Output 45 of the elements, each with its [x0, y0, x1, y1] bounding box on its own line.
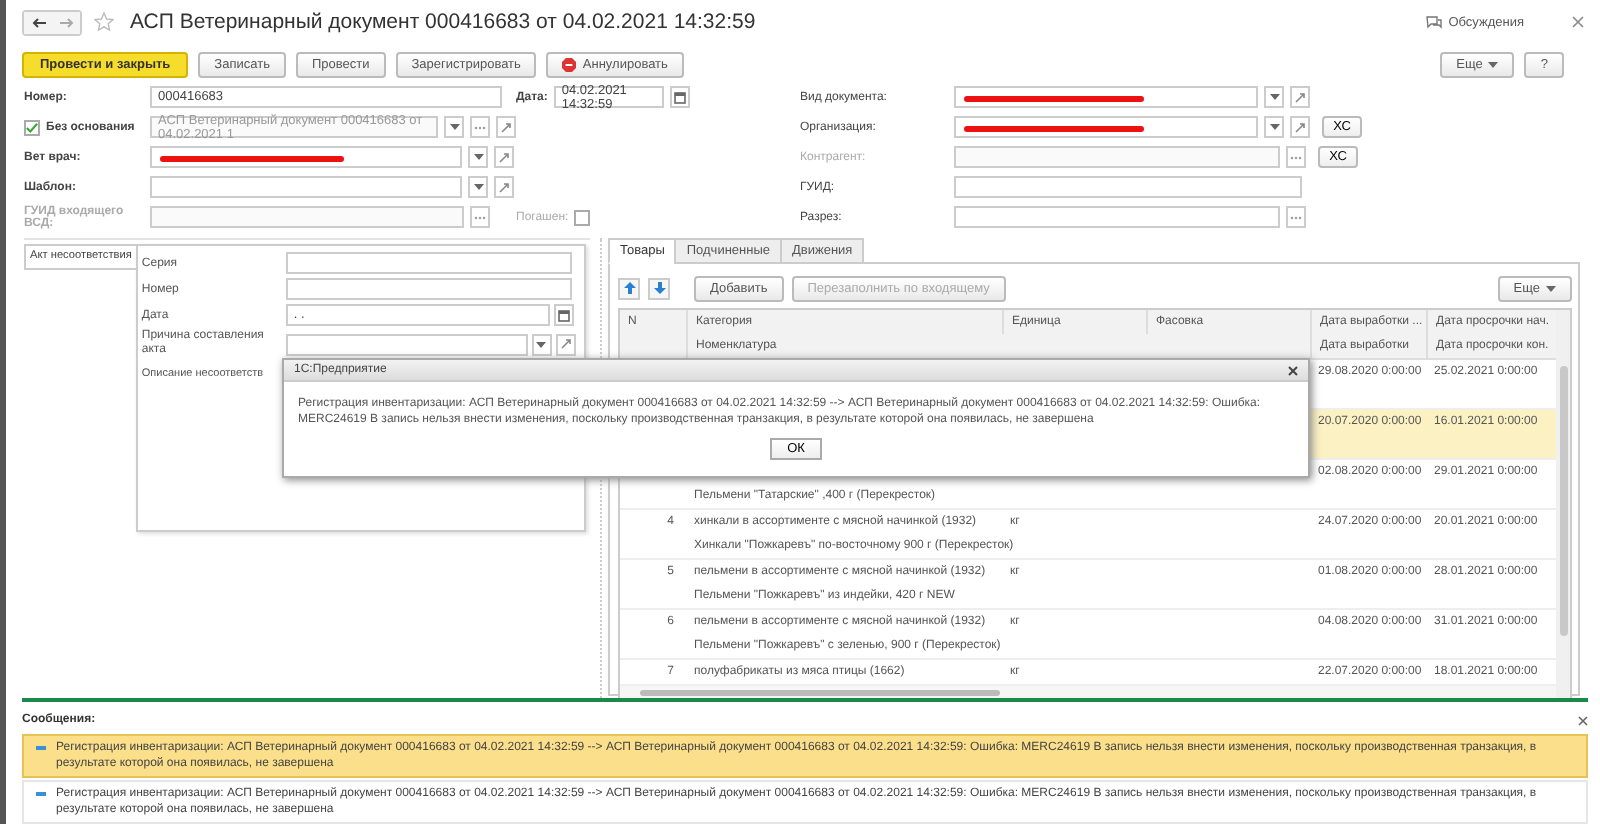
link-icon[interactable]	[559, 338, 572, 350]
back-arrow-icon	[31, 17, 45, 27]
message-item[interactable]	[22, 780, 1588, 824]
caret-icon[interactable]	[1546, 285, 1556, 291]
link-icon[interactable]	[1294, 121, 1306, 133]
caret-icon[interactable]	[536, 341, 547, 347]
caret-icon[interactable]	[1269, 124, 1279, 130]
star-icon[interactable]	[94, 12, 114, 32]
link-icon[interactable]	[498, 151, 510, 163]
link-icon[interactable]	[498, 181, 510, 193]
link-icon[interactable]	[500, 121, 512, 133]
input-field[interactable]	[150, 176, 462, 198]
vertical-scrollbar[interactable]	[1556, 310, 1570, 700]
down-arrow-icon	[653, 282, 665, 294]
link-icon[interactable]	[1294, 91, 1306, 103]
close-icon[interactable]	[1572, 16, 1584, 28]
caret-icon[interactable]	[1269, 94, 1279, 100]
close-icon[interactable]	[1578, 715, 1588, 725]
input-field[interactable]	[150, 146, 462, 168]
input-field[interactable]	[954, 116, 1258, 138]
minus-icon	[36, 746, 46, 749]
caret-icon[interactable]	[473, 154, 483, 160]
input-field[interactable]	[285, 278, 572, 300]
close-icon[interactable]	[1288, 365, 1298, 375]
move-up-button[interactable]	[618, 277, 640, 299]
input-field[interactable]	[285, 333, 528, 355]
stop-icon	[562, 57, 577, 71]
input-field[interactable]	[954, 206, 1280, 228]
minus-icon	[36, 792, 46, 795]
window-title: АСП Ветеринарный документ 000416683 от 04.02.2021 14:32:59	[130, 10, 756, 34]
caret-icon[interactable]	[473, 184, 483, 190]
input-field[interactable]	[954, 176, 1302, 198]
input-field[interactable]	[285, 252, 572, 274]
chat-icon[interactable]	[1426, 15, 1443, 29]
forward-arrow-icon	[59, 17, 73, 27]
up-arrow-icon	[623, 282, 635, 294]
caret-icon[interactable]	[1488, 61, 1499, 67]
message-item[interactable]	[22, 734, 1588, 778]
calendar-icon[interactable]	[673, 91, 686, 103]
back-button[interactable]	[24, 11, 52, 33]
move-down-button[interactable]	[648, 277, 670, 299]
input-field[interactable]	[954, 86, 1258, 108]
caret-icon[interactable]	[449, 124, 459, 130]
calendar-icon[interactable]	[557, 309, 570, 321]
check-icon	[26, 121, 38, 133]
